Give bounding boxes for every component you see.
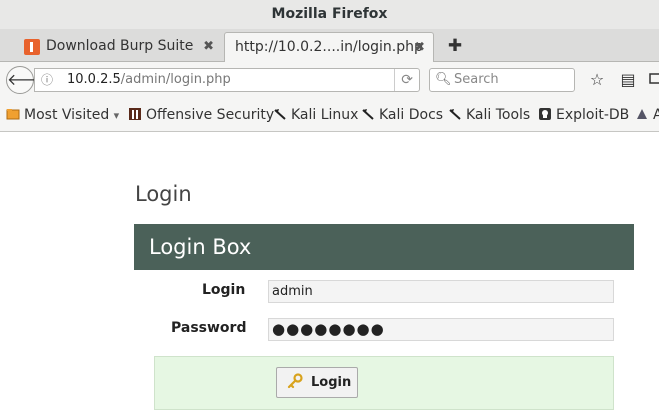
url-text[interactable]: 10.0.2.5/admin/login.php — [67, 69, 231, 91]
bookmark-label: Kali Tools — [466, 107, 531, 123]
burp-suite-favicon-icon — [24, 39, 40, 55]
login-box-header: Login Box — [134, 224, 634, 270]
url-bar[interactable]: ⓘ 10.0.2.5/admin/login.php ⟳ — [34, 68, 420, 92]
tab-burp-suite[interactable]: Download Burp Suite ... ✖ — [18, 32, 222, 62]
search-placeholder: Search — [454, 72, 499, 87]
url-host: 10.0.2.5 — [67, 72, 121, 87]
form-actions: Login — [154, 356, 614, 410]
url-path: /admin/login.php — [120, 72, 231, 87]
reading-list-icon[interactable]: ▤ — [618, 70, 638, 90]
new-tab-button[interactable]: ✚ — [445, 32, 465, 60]
bookmark-offensive-security[interactable]: Offensive Security — [128, 98, 275, 131]
password-label: Password — [171, 320, 247, 336]
login-label: Login — [202, 282, 246, 298]
tab-label: Download Burp Suite ... — [46, 38, 198, 54]
bookmarks-toolbar: Most Visited ▾ Offensive Security Kali L… — [0, 98, 659, 132]
offsec-icon — [128, 107, 142, 121]
bookmark-exploit-db[interactable]: Exploit-DB — [538, 98, 630, 131]
exploit-db-icon — [538, 107, 552, 121]
reload-icon[interactable]: ⟳ — [394, 69, 413, 91]
search-input[interactable]: 🔍︎ Search — [429, 68, 575, 92]
tab-strip: Download Burp Suite ... ✖ http://10.0.2.… — [0, 29, 659, 62]
site-info-icon[interactable]: ⓘ — [41, 69, 55, 91]
search-icon: 🔍︎ — [435, 72, 452, 87]
key-icon — [287, 368, 303, 397]
bookmark-kali-tools[interactable]: Kali Tools — [448, 98, 531, 131]
bookmark-aircrack[interactable]: A — [635, 98, 659, 131]
password-input[interactable]: ●●●●●●●● — [268, 318, 614, 341]
bookmark-kali-docs[interactable]: Kali Docs — [361, 98, 444, 131]
kali-dragon-icon — [361, 107, 375, 121]
close-tab-icon[interactable]: ✖ — [414, 33, 425, 62]
tab-login-page[interactable]: http://10.0.2....in/login.php ✖ — [224, 32, 434, 62]
close-tab-icon[interactable]: ✖ — [203, 32, 214, 61]
bookmark-star-icon[interactable]: ☆ — [587, 70, 607, 90]
kali-dragon-icon — [448, 107, 462, 121]
overflow-icon[interactable] — [648, 70, 659, 90]
tab-label: http://10.0.2....in/login.php — [235, 39, 423, 55]
folder-icon — [6, 107, 20, 121]
bookmark-label: A — [653, 107, 659, 123]
page-title: Login — [135, 182, 192, 206]
bookmark-label: Exploit-DB — [556, 107, 630, 123]
bookmark-label: Kali Docs — [379, 107, 444, 123]
chevron-down-icon: ▾ — [113, 109, 120, 122]
bookmark-most-visited[interactable]: Most Visited ▾ — [6, 98, 120, 131]
login-box-title: Login Box — [149, 235, 252, 259]
login-button-label: Login — [311, 375, 352, 390]
back-button[interactable]: 🡐 — [6, 66, 50, 94]
bookmark-label: Offensive Security — [146, 107, 275, 123]
bookmark-kali-linux[interactable]: Kali Linux — [273, 98, 359, 131]
login-input[interactable]: admin — [268, 280, 614, 303]
window-title: Mozilla Firefox — [0, 0, 659, 29]
aircrack-icon — [635, 107, 649, 121]
bookmark-label: Most Visited — [24, 107, 110, 123]
login-button[interactable]: Login — [276, 367, 358, 398]
navigation-toolbar: 🡐 ⓘ 10.0.2.5/admin/login.php ⟳ 🔍︎ Search… — [0, 62, 659, 98]
kali-dragon-icon — [273, 107, 287, 121]
bookmark-label: Kali Linux — [291, 107, 359, 123]
